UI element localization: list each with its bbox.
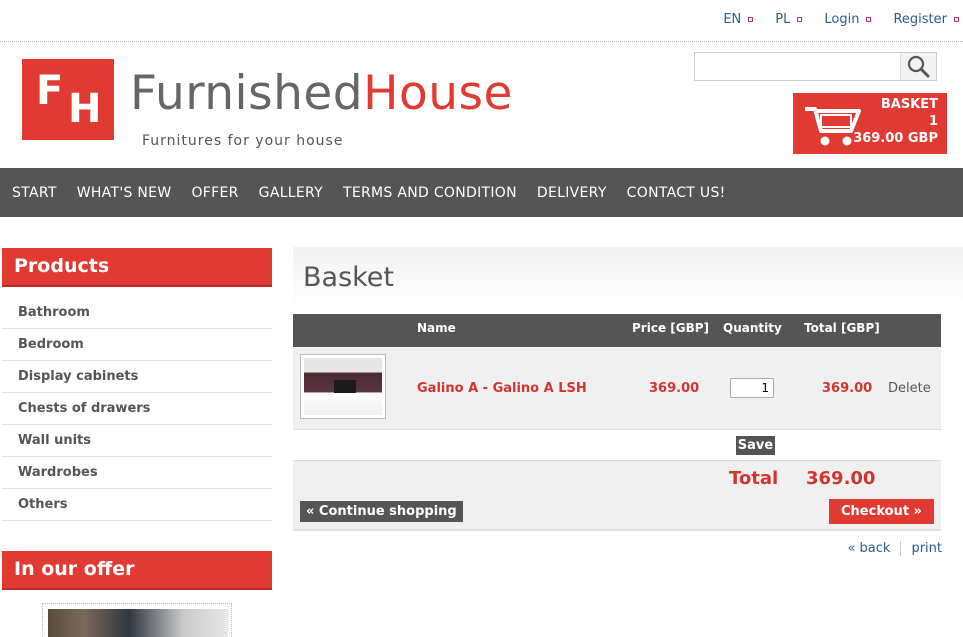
total-label: Total: [729, 468, 779, 489]
bullet-icon: [954, 17, 959, 22]
delete-link[interactable]: Delete: [888, 381, 931, 396]
category-bathroom[interactable]: Bathroom: [2, 297, 272, 329]
language-pl-link[interactable]: PL: [775, 12, 803, 27]
register-link[interactable]: Register: [893, 12, 959, 27]
column-name: Name: [417, 321, 456, 335]
offer-product-image[interactable]: [42, 603, 232, 637]
column-price: Price [GBP]: [632, 321, 710, 335]
bullet-icon: [797, 17, 803, 22]
nav-offer[interactable]: OFFER: [181, 185, 248, 201]
top-bar: EN PL Login Register: [0, 0, 963, 42]
category-display-cabinets[interactable]: Display cabinets: [2, 361, 272, 393]
column-total: Total [GBP]: [804, 321, 880, 335]
checkout-button[interactable]: Checkout »: [829, 499, 934, 524]
nav-delivery[interactable]: DELIVERY: [527, 185, 617, 201]
products-heading: Products: [2, 248, 272, 287]
page-title: Basket: [303, 262, 395, 293]
language-en-link[interactable]: EN: [723, 12, 754, 27]
category-chests-of-drawers[interactable]: Chests of drawers: [2, 393, 272, 425]
continue-shopping-button[interactable]: « Continue shopping: [300, 501, 463, 522]
login-link[interactable]: Login: [824, 12, 872, 27]
language-pl-label: PL: [775, 12, 791, 27]
save-row: Save: [293, 430, 941, 461]
logo-name-part2: House: [363, 66, 513, 121]
print-link[interactable]: print: [911, 541, 942, 556]
nav-whats-new[interactable]: WHAT'S NEW: [67, 185, 182, 201]
back-link[interactable]: « back: [847, 541, 890, 556]
category-list: Bathroom Bedroom Display cabinets Chests…: [2, 297, 272, 521]
quantity-input[interactable]: [730, 378, 774, 398]
save-button[interactable]: Save: [736, 436, 775, 455]
register-label: Register: [893, 12, 947, 27]
offer-heading: In our offer: [2, 551, 272, 590]
basket-summary: BASKET 1 369.00 GBP: [853, 96, 938, 147]
basket-footer: Total 369.00 « Continue shopping Checkou…: [293, 461, 941, 531]
category-wall-units[interactable]: Wall units: [2, 425, 272, 457]
top-links: EN PL Login Register: [701, 12, 959, 27]
nav-start[interactable]: START: [2, 185, 67, 201]
main-nav: START WHAT'S NEW OFFER GALLERY TERMS AND…: [0, 168, 963, 217]
basket-total: 369.00 GBP: [853, 131, 938, 146]
logo-mark-letter-f: F: [36, 68, 64, 114]
product-thumbnail[interactable]: [300, 354, 386, 419]
login-label: Login: [824, 12, 860, 27]
search-button[interactable]: [900, 53, 936, 80]
basket-count: 1: [928, 114, 938, 129]
basket-label: BASKET: [880, 97, 938, 112]
basket-button[interactable]: BASKET 1 369.00 GBP: [793, 93, 947, 154]
category-bedroom[interactable]: Bedroom: [2, 329, 272, 361]
bottom-links: « back print: [847, 541, 942, 556]
search-box: [694, 52, 937, 81]
product-name-link[interactable]: Galino A - Galino A LSH: [417, 381, 587, 396]
logo-wordmark[interactable]: FurnishedHouse: [130, 70, 513, 117]
search-input[interactable]: [695, 53, 895, 80]
link-divider: [900, 541, 902, 556]
product-price: 369.00: [649, 381, 700, 396]
logo-mark[interactable]: F H: [22, 59, 114, 140]
language-en-label: EN: [723, 12, 742, 27]
logo-name-part1: Furnished: [130, 66, 364, 121]
category-others[interactable]: Others: [2, 489, 272, 521]
logo-mark-letter-h: H: [68, 86, 102, 132]
nav-gallery[interactable]: GALLERY: [249, 185, 333, 201]
basket-table-header: Name Price [GBP] Quantity Total [GBP]: [293, 314, 941, 347]
table-row: Galino A - Galino A LSH 369.00 369.00 De…: [293, 347, 941, 430]
bullet-icon: [866, 17, 872, 22]
product-total: 369.00: [822, 381, 873, 396]
category-wardrobes[interactable]: Wardrobes: [2, 457, 272, 489]
total-value: 369.00: [806, 468, 876, 489]
offer-image-placeholder: [48, 609, 228, 637]
bullet-icon: [748, 17, 754, 22]
search-icon: [907, 55, 930, 78]
product-image-placeholder: [304, 358, 382, 415]
column-quantity: Quantity: [723, 321, 782, 335]
nav-contact[interactable]: CONTACT US!: [617, 185, 736, 201]
tagline: Furnitures for your house: [142, 133, 344, 149]
nav-terms[interactable]: TERMS AND CONDITION: [333, 185, 527, 201]
